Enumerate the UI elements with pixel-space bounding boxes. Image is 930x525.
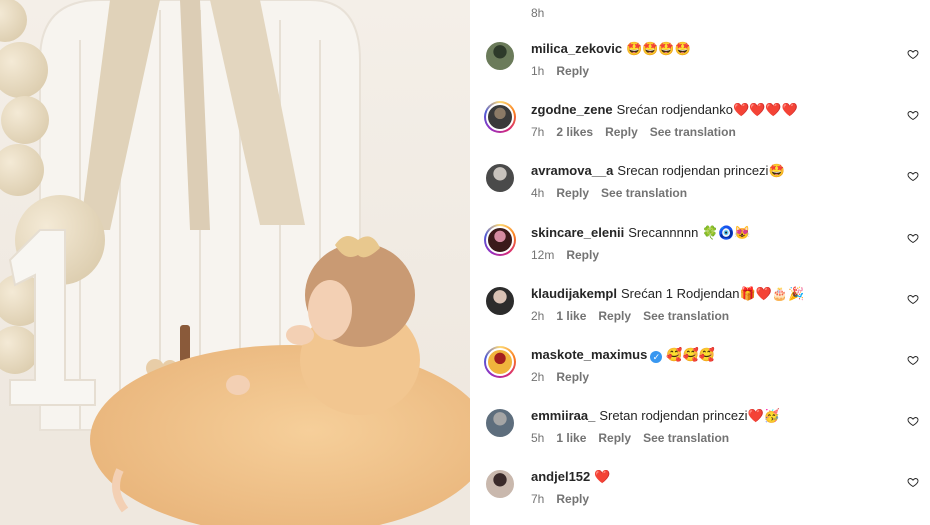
reply-button[interactable]: Reply — [566, 248, 599, 262]
avatar[interactable] — [484, 40, 516, 72]
comment-meta: 12m Reply — [531, 248, 891, 262]
comment-meta: 2h Reply — [531, 370, 891, 384]
reply-button[interactable]: Reply — [556, 64, 589, 78]
comment-text: Srećan rodjendanko❤️❤️❤️❤️ — [616, 102, 798, 117]
reply-button[interactable]: Reply — [598, 431, 631, 445]
reply-button[interactable]: Reply — [556, 492, 589, 506]
comment-time: 1h — [531, 64, 545, 78]
comment-line: klaudijakempl Srećan 1 Rodjendan🎁❤️🎂🎉 — [531, 285, 891, 303]
heart-outline-icon[interactable] — [907, 354, 919, 366]
comment-time: 5h — [531, 431, 545, 445]
heart-outline-icon[interactable] — [907, 293, 919, 305]
comment-meta: 5h 1 like Reply See translation — [531, 431, 891, 445]
reply-button[interactable]: Reply — [598, 309, 631, 323]
comment-time: 7h — [531, 492, 545, 506]
comment-item: maskote_maximus ✓ 🥰🥰🥰 2h Reply — [484, 346, 924, 402]
heart-outline-icon[interactable] — [907, 415, 919, 427]
avatar[interactable] — [484, 224, 516, 256]
comment-time: 2h — [531, 370, 545, 384]
heart-outline-icon[interactable] — [907, 232, 919, 244]
comment-meta: 7h 2 likes Reply See translation — [531, 125, 891, 139]
comment-item: milica_zekovic 🤩🤩🤩🤩 1h Reply — [484, 40, 924, 96]
heart-outline-icon[interactable] — [907, 170, 919, 182]
heart-outline-icon[interactable] — [907, 476, 919, 488]
comment-line: maskote_maximus ✓ 🥰🥰🥰 — [531, 346, 891, 364]
comment-meta: 2h 1 like Reply See translation — [531, 309, 891, 323]
comment-text: ❤️ — [594, 469, 611, 484]
comment-username[interactable]: andjel152 — [531, 469, 590, 484]
reply-button[interactable]: Reply — [556, 186, 589, 200]
comment-line: skincare_elenii Srecannnnn 🍀🧿😻 — [531, 224, 891, 242]
comment-username[interactable]: zgodne_zene — [531, 102, 613, 117]
comment-text: Srecannnnn 🍀🧿😻 — [628, 225, 751, 240]
comment-meta: 7h Reply — [531, 492, 891, 506]
comment-username[interactable]: klaudijakempl — [531, 286, 617, 301]
comment-line: avramova__a Srecan rodjendan princezi🤩 — [531, 162, 891, 180]
comment-username[interactable]: avramova__a — [531, 163, 613, 178]
comment-username[interactable]: milica_zekovic — [531, 41, 622, 56]
see-translation-button[interactable]: See translation — [601, 186, 687, 200]
comment-likes-button[interactable]: 1 like — [556, 431, 586, 445]
comment-meta: 1h Reply — [531, 64, 891, 78]
comment-text: Sretan rodjendan princezi❤️🥳 — [599, 408, 780, 423]
avatar[interactable] — [484, 101, 516, 133]
avatar[interactable] — [484, 346, 516, 378]
comment-item: klaudijakempl Srećan 1 Rodjendan🎁❤️🎂🎉 2h 1 … — [484, 285, 924, 341]
comment-text: Srecan rodjendan princezi🤩 — [617, 163, 785, 178]
comment-text: Srećan 1 Rodjendan🎁❤️🎂🎉 — [620, 286, 805, 301]
comment-line: milica_zekovic 🤩🤩🤩🤩 — [531, 40, 891, 58]
comment-time: 12m — [531, 248, 555, 262]
avatar[interactable] — [484, 285, 516, 317]
comment-item: avramova__a Srecan rodjendan princezi🤩 4h R… — [484, 162, 924, 218]
comment-time: 4h — [531, 186, 545, 200]
comment-item: emmiiraa_ Sretan rodjendan princezi❤️🥳 5h 1… — [484, 407, 924, 463]
comment-line: zgodne_zene Srećan rodjendanko❤️❤️❤️❤️ — [531, 101, 891, 119]
comment-username[interactable]: emmiiraa_ — [531, 408, 595, 423]
comment-username[interactable]: skincare_elenii — [531, 225, 624, 240]
heart-outline-icon[interactable] — [907, 109, 919, 121]
comment-likes-button[interactable]: 1 like — [556, 309, 586, 323]
comment-username[interactable]: maskote_maximus — [531, 347, 647, 362]
comments-panel: 8h milica_zekovic 🤩🤩🤩🤩 1h Reply zgodne_zene S… — [470, 0, 930, 525]
comment-text: 🥰🥰🥰 — [666, 347, 715, 362]
comment-meta: 4h Reply See translation — [531, 186, 891, 200]
comment-time: 2h — [531, 309, 545, 323]
heart-outline-icon[interactable] — [907, 48, 919, 60]
post-media — [0, 0, 470, 525]
comment-line: emmiiraa_ Sretan rodjendan princezi❤️🥳 — [531, 407, 891, 425]
reply-button[interactable]: Reply — [605, 125, 638, 139]
avatar[interactable] — [484, 468, 516, 500]
see-translation-button[interactable]: See translation — [650, 125, 736, 139]
post-photo — [0, 0, 470, 525]
avatar[interactable] — [484, 407, 516, 439]
post-time: 8h — [531, 6, 545, 20]
comment-likes-button[interactable]: 2 likes — [556, 125, 593, 139]
reply-button[interactable]: Reply — [556, 370, 589, 384]
avatar[interactable] — [484, 162, 516, 194]
comment-line: andjel152 ❤️ — [531, 468, 891, 486]
see-translation-button[interactable]: See translation — [643, 309, 729, 323]
comment-time: 7h — [531, 125, 545, 139]
comment-item: skincare_elenii Srecannnnn 🍀🧿😻 12m Reply — [484, 224, 924, 280]
comment-item: andjel152 ❤️ 7h Reply — [484, 468, 924, 524]
comment-item: zgodne_zene Srećan rodjendanko❤️❤️❤️❤️ 7h 2… — [484, 101, 924, 157]
comment-text: 🤩🤩🤩🤩 — [626, 41, 691, 56]
see-translation-button[interactable]: See translation — [643, 431, 729, 445]
verified-badge-icon: ✓ — [650, 351, 663, 363]
